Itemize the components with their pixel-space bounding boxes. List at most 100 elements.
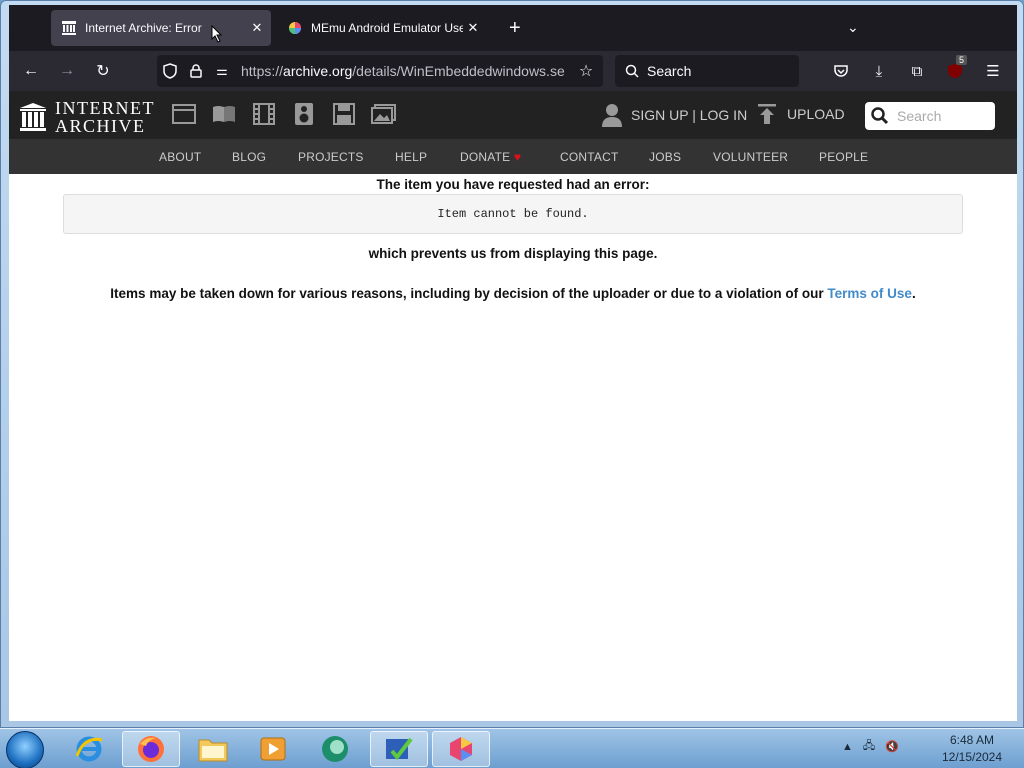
- taskbar-clock[interactable]: 6:48 AM 12/15/2024: [930, 732, 1014, 766]
- taskbar-memu[interactable]: [432, 731, 490, 767]
- error-period: .: [911, 286, 916, 301]
- green-app-icon: [322, 736, 348, 762]
- heart-icon: ♥: [513, 150, 522, 164]
- nav-donate-label: DONATE: [460, 150, 511, 164]
- software-floppy-icon[interactable]: [331, 101, 357, 127]
- tab-internet-archive[interactable]: Internet Archive: Error ✕: [51, 10, 271, 46]
- pocket-icon[interactable]: [827, 57, 855, 85]
- images-picture-icon[interactable]: [371, 101, 397, 127]
- search-icon: [625, 64, 639, 78]
- signup-label: SIGN UP | LOG IN: [631, 107, 748, 123]
- app-menu-hamburger-icon[interactable]: ☰: [979, 57, 1007, 85]
- nav-volunteer[interactable]: VOLUNTEER: [713, 150, 788, 164]
- nav-donate[interactable]: DONATE ♥: [460, 150, 521, 164]
- tracking-protection-shield-icon[interactable]: [157, 63, 183, 79]
- close-tab-icon[interactable]: ✕: [247, 20, 267, 36]
- error-reason-text: Items may be taken down for various reas…: [9, 286, 1017, 301]
- nav-blog[interactable]: BLOG: [232, 150, 266, 164]
- page-permissions-icon[interactable]: ⚌: [209, 63, 235, 79]
- volume-muted-icon[interactable]: 🔇: [885, 740, 899, 753]
- bookmark-star-icon[interactable]: ☆: [573, 61, 599, 81]
- lock-icon[interactable]: [183, 64, 209, 78]
- address-bar[interactable]: ⚌ https://archive.org/details/WinEmbedde…: [157, 55, 603, 87]
- ia-search-placeholder: Search: [897, 108, 942, 124]
- taskbar-firefox[interactable]: [122, 731, 180, 767]
- url-host: archive.org: [283, 63, 353, 79]
- taskbar-app-green[interactable]: [306, 731, 364, 767]
- taskbar-internet-explorer[interactable]: [60, 731, 118, 767]
- error-message-box: Item cannot be found.: [63, 194, 963, 234]
- downloads-icon[interactable]: ⤓: [865, 57, 893, 85]
- checklist-icon: [386, 737, 413, 761]
- window-frame: ▁ ❐ ✕ Internet Archive: Error ✕ MEmu And…: [0, 0, 1024, 728]
- logo-text-internet: INTERNET: [55, 98, 155, 118]
- taskbar-media-player[interactable]: [244, 731, 302, 767]
- list-all-tabs-chevron-icon[interactable]: ⌄: [847, 19, 859, 36]
- error-prevents-text: which prevents us from displaying this p…: [368, 246, 658, 261]
- nav-people[interactable]: PEOPLE: [819, 150, 868, 164]
- upload-label: UPLOAD: [787, 106, 845, 122]
- nav-about[interactable]: ABOUT: [159, 150, 201, 164]
- url-path: /details/WinEmbeddedwindows.se: [352, 63, 565, 79]
- nav-contact[interactable]: CONTACT: [560, 150, 619, 164]
- clock-time: 6:48 AM: [949, 733, 995, 747]
- system-tray: ▲ 🖧 🔇: [842, 737, 899, 756]
- network-icon[interactable]: 🖧: [863, 737, 875, 756]
- upload-link[interactable]: UPLOAD: [757, 103, 845, 125]
- nav-help[interactable]: HELP: [395, 150, 427, 164]
- media-type-icons: [171, 101, 397, 127]
- clock-date: 12/15/2024: [941, 750, 1003, 764]
- windows-taskbar: ▲ 🖧 🔇 6:48 AM 12/15/2024: [0, 728, 1024, 768]
- media-player-icon: [260, 737, 286, 761]
- mouse-cursor-icon: [211, 25, 223, 43]
- terms-of-use-link[interactable]: Terms of Use: [827, 286, 912, 301]
- tab-memu[interactable]: MEmu Android Emulator User G ✕: [277, 10, 487, 46]
- sign-up-login-link[interactable]: SIGN UP | LOG IN: [601, 103, 747, 127]
- upload-arrow-icon: [758, 104, 776, 124]
- archive-favicon-icon: [61, 20, 77, 36]
- archive-building-icon: [20, 103, 46, 131]
- back-arrow-icon[interactable]: ←: [17, 57, 45, 85]
- logo-text-archive: ARCHIVE: [55, 116, 146, 136]
- nav-jobs[interactable]: JOBS: [649, 150, 681, 164]
- user-icon: [602, 104, 622, 127]
- taskbar-file-explorer[interactable]: [184, 731, 242, 767]
- new-tab-plus-icon[interactable]: +: [509, 18, 521, 38]
- ia-search-input[interactable]: Search: [865, 102, 995, 130]
- web-icon[interactable]: [171, 101, 197, 127]
- ia-top-header: INTERNETARCHIVE SIGN UP | LOG IN UPLOAD: [9, 91, 1017, 139]
- start-button-windows-icon[interactable]: [6, 731, 44, 768]
- close-tab-icon[interactable]: ✕: [463, 20, 483, 36]
- ublock-extension-icon[interactable]: 5: [941, 55, 969, 85]
- ia-secondary-nav: ABOUT BLOG PROJECTS HELP DONATE ♥ CONTAC…: [9, 139, 1017, 174]
- internet-explorer-icon: [75, 736, 103, 762]
- folder-icon: [198, 739, 228, 762]
- toolbar-right-icons: ⤓ ⧉ 5 ☰: [827, 55, 1007, 85]
- audio-speaker-icon[interactable]: [291, 101, 317, 127]
- memu-favicon-icon: [287, 20, 303, 36]
- search-icon: [871, 107, 889, 125]
- taskbar-app-checklist[interactable]: [370, 731, 428, 767]
- memu-icon: [450, 737, 472, 761]
- firefox-icon: [138, 736, 164, 762]
- tab-strip: Internet Archive: Error ✕ MEmu Android E…: [9, 5, 1017, 51]
- ia-logo[interactable]: INTERNET ARCHIVE: [19, 99, 155, 135]
- browser-search-box[interactable]: Search: [615, 55, 799, 87]
- video-film-icon[interactable]: [251, 101, 277, 127]
- nav-projects[interactable]: PROJECTS: [298, 150, 364, 164]
- error-reason: Items may be taken down for various reas…: [110, 286, 828, 301]
- error-message: Item cannot be found.: [437, 207, 589, 221]
- error-heading: The item you have requested had an error…: [376, 177, 650, 192]
- extension-badge: 5: [955, 55, 967, 65]
- forward-arrow-icon[interactable]: →: [53, 57, 81, 85]
- texts-book-icon[interactable]: [211, 101, 237, 127]
- reload-icon[interactable]: ↻: [89, 57, 117, 85]
- url-text[interactable]: https://archive.org/details/WinEmbeddedw…: [241, 63, 571, 79]
- page-content: INTERNETARCHIVE SIGN UP | LOG IN UPLOAD: [9, 91, 1017, 721]
- tab-title: MEmu Android Emulator User G: [311, 21, 463, 35]
- navigation-toolbar: ← → ↻ ⚌ https://archive.org/details/WinE…: [9, 51, 1017, 91]
- url-scheme: https://: [241, 63, 284, 79]
- show-hidden-icons-arrow-icon[interactable]: ▲: [842, 741, 853, 753]
- search-placeholder: Search: [647, 63, 692, 79]
- extensions-puzzle-icon[interactable]: ⧉: [903, 57, 931, 85]
